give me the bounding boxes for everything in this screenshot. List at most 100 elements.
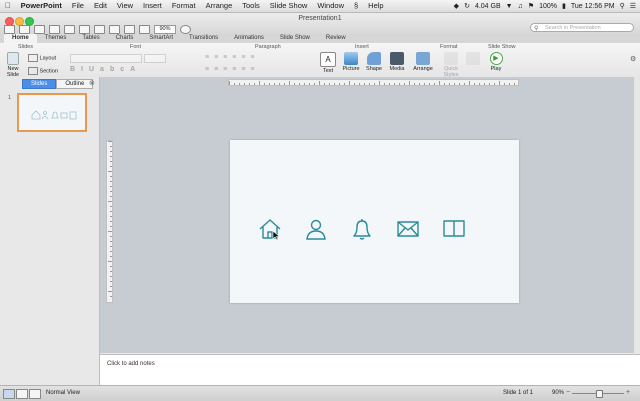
zoom-slider-thumb[interactable] (596, 390, 603, 398)
notification-icon[interactable]: ☰ (630, 2, 636, 10)
slide-thumbnail[interactable] (17, 93, 87, 132)
vertical-scrollbar[interactable] (633, 77, 640, 353)
ruler-tick (110, 256, 112, 257)
slide[interactable] (230, 140, 519, 303)
font-size-box[interactable] (144, 54, 166, 63)
ruler-tick (239, 83, 240, 85)
play-button[interactable]: ▶ Play (487, 52, 505, 72)
volume-icon[interactable]: ♫ (518, 3, 523, 10)
section-button[interactable]: Section (28, 67, 58, 75)
tab-tables[interactable]: Tables (74, 34, 107, 43)
insert-chart-icon[interactable] (139, 25, 150, 34)
tab-outline[interactable]: Outline (56, 79, 94, 89)
spotlight-icon[interactable]: ⚲ (620, 2, 625, 10)
shape-button[interactable]: Shape (365, 52, 383, 72)
menu-view[interactable]: View (112, 0, 138, 12)
insert-table-icon[interactable] (124, 25, 135, 34)
layout-label: Layout (39, 55, 57, 62)
format-effects-button[interactable] (466, 52, 480, 66)
ruler-tick (459, 83, 460, 85)
ruler-tick (364, 83, 365, 85)
ruler-tick (429, 83, 430, 85)
zoom-in-icon[interactable]: + (626, 389, 630, 396)
ruler-tick (409, 81, 410, 85)
new-doc-icon[interactable] (4, 25, 15, 34)
arrange-button[interactable]: Arrange (412, 52, 434, 72)
quick-styles-button[interactable]: Quick Styles (437, 52, 465, 78)
search-input[interactable]: ⚲ Search in Presentation (530, 23, 634, 32)
help-icon[interactable] (180, 25, 191, 34)
normal-view-button[interactable] (3, 389, 15, 399)
menu-help[interactable]: Help (363, 0, 388, 12)
redo-icon[interactable] (94, 25, 105, 34)
list-buttons[interactable]: ≡≡≡≡≡≡ (205, 54, 260, 61)
tab-home[interactable]: Home (4, 34, 37, 43)
pane-close-icon[interactable]: ⊗ (89, 79, 95, 87)
slide-sorter-button[interactable] (16, 389, 28, 399)
tab-review[interactable]: Review (318, 34, 354, 43)
sync-icon[interactable]: ↻ (464, 2, 470, 10)
ruler-tick (110, 236, 112, 237)
menu-window[interactable]: Window (312, 0, 349, 12)
tab-transitions[interactable]: Transitions (181, 34, 226, 43)
menu-tools[interactable]: Tools (237, 0, 265, 12)
tab-charts[interactable]: Charts (108, 34, 142, 43)
menu-arrange[interactable]: Arrange (201, 0, 238, 12)
picture-button[interactable]: Picture (342, 52, 360, 72)
status-bar: Normal View Slide 1 of 1 90% − + (0, 385, 640, 401)
zoom-out-icon[interactable]: − (566, 389, 570, 396)
menu-file[interactable]: File (67, 0, 89, 12)
tab-animations[interactable]: Animations (226, 34, 272, 43)
menu-slide-show[interactable]: Slide Show (265, 0, 313, 12)
tab-slides[interactable]: Slides (22, 79, 57, 89)
ruler-tick (479, 83, 480, 85)
font-style-buttons[interactable]: BIUabcA (70, 66, 141, 73)
user-icon[interactable] (303, 216, 329, 242)
insert-picture-icon[interactable] (109, 25, 120, 34)
undo-icon[interactable] (79, 25, 90, 34)
ruler-tick (359, 83, 360, 85)
print-icon[interactable] (64, 25, 75, 34)
shape-icon (367, 52, 381, 65)
save-icon[interactable] (49, 25, 60, 34)
tab-slide-show[interactable]: Slide Show (272, 34, 318, 43)
disk-free-text[interactable]: 4.04 GB (475, 3, 501, 10)
apple-icon[interactable]:  (0, 0, 16, 12)
open-icon[interactable] (34, 25, 45, 34)
notes-pane[interactable]: Click to add notes (100, 354, 640, 386)
slideshow-view-button[interactable] (29, 389, 41, 399)
ruler-tick (334, 83, 335, 85)
tab-smartart[interactable]: SmartArt (141, 34, 181, 43)
menu-format[interactable]: Format (167, 0, 201, 12)
align-buttons[interactable]: ≡≡≡≡≡≡ (205, 66, 260, 73)
menu-insert[interactable]: Insert (138, 0, 167, 12)
notes-placeholder[interactable]: Click to add notes (107, 361, 155, 367)
menu-app-name[interactable]: PowerPoint (16, 0, 67, 12)
tab-themes[interactable]: Themes (37, 34, 75, 43)
book-icon[interactable] (441, 216, 467, 242)
battery-icon[interactable]: ▮ (562, 2, 566, 10)
ruler-tick (110, 296, 112, 297)
bell-icon[interactable] (349, 216, 375, 242)
dropbox-icon[interactable]: ◆ (454, 2, 459, 10)
flag-icon[interactable]: ⚑ (528, 2, 534, 10)
ruler-tick (314, 83, 315, 85)
menu-script-icon[interactable]: § (349, 0, 363, 12)
font-name-box[interactable] (70, 54, 142, 63)
battery-percent[interactable]: 100% (539, 3, 557, 10)
text-button[interactable]: A Text (320, 52, 336, 74)
ribbon-options-icon[interactable]: ⚙ (630, 55, 636, 63)
ruler-tick (279, 83, 280, 85)
clock[interactable]: Tue 12:56 PM (571, 3, 615, 10)
templates-icon[interactable] (19, 25, 30, 34)
mail-icon[interactable] (395, 216, 421, 242)
media-button[interactable]: Media (388, 52, 406, 72)
layout-button[interactable]: Layout (28, 54, 56, 62)
zoom-slider[interactable] (572, 390, 624, 398)
zoom-combo[interactable]: 90% (154, 25, 176, 34)
menu-edit[interactable]: Edit (89, 0, 112, 12)
wifi-icon[interactable]: ▼ (506, 3, 513, 10)
ruler-tick (110, 206, 112, 207)
new-slide-button[interactable]: New Slide (2, 52, 24, 78)
ruler-tick (304, 83, 305, 85)
